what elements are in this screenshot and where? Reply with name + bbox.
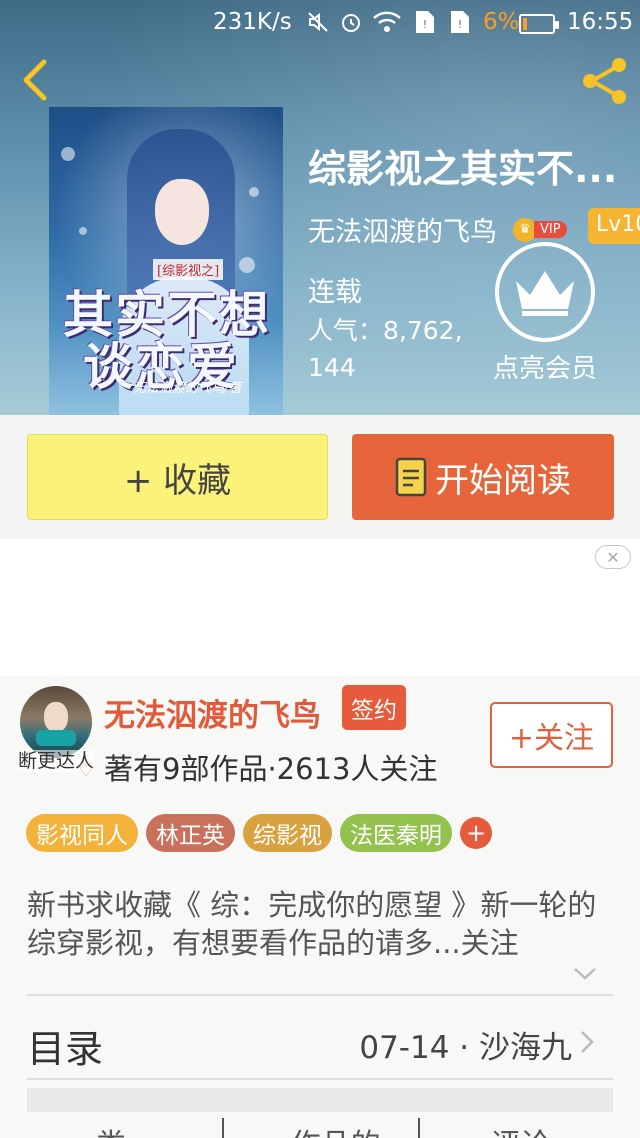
toc-label: 目录: [27, 1027, 104, 1071]
serial-status: 连载: [308, 277, 362, 308]
level-badge: Lv10: [588, 208, 640, 244]
member-button[interactable]: 点亮会员: [485, 242, 605, 392]
section-gap: [27, 1088, 613, 1112]
clock: 16:55: [567, 9, 634, 35]
svg-text:!: !: [423, 18, 427, 31]
tag-item[interactable]: 法医秦明: [340, 814, 452, 852]
book-description: 新书求收藏《 综：完成你的愿望 》新一轮的综穿影视，有想要看作品的请多...关注: [27, 888, 597, 960]
crown-icon: [495, 242, 595, 342]
cover-author: 无法泅渡的飞鸟/著: [133, 381, 242, 396]
book-icon: [395, 457, 427, 497]
signed-badge: 签约: [342, 685, 406, 730]
alarm-icon: [338, 9, 364, 35]
mute-icon: [305, 9, 331, 35]
table-of-contents-row[interactable]: 目录 07-14 · 沙海九: [0, 996, 640, 1086]
share-button[interactable]: [578, 54, 632, 108]
tag-list: 影视同人 林正英 综影视 法医秦明 +: [26, 814, 492, 852]
latest-chapter: 07-14 · 沙海九: [359, 1030, 572, 1066]
chevron-right-icon: [581, 1031, 594, 1053]
bottom-tab-label[interactable]: ...作品的: [262, 1120, 381, 1138]
book-header: 231K/s ! ! 6% 16:55 [综影视之] 其实不想 谈恋爱 无法泅渡…: [0, 0, 640, 415]
bottom-tab-label[interactable]: ...评论: [462, 1120, 551, 1138]
status-bar: 231K/s ! ! 6% 16:55: [0, 0, 640, 46]
book-cover[interactable]: [综影视之] 其实不想 谈恋爱 无法泅渡的飞鸟/著: [49, 107, 283, 415]
sim1-icon: !: [412, 9, 438, 35]
wifi-icon: [372, 9, 402, 35]
svg-text:!: !: [458, 18, 462, 31]
book-author[interactable]: 无法泅渡的飞鸟: [308, 210, 497, 249]
battery-icon: [519, 14, 559, 34]
sim2-icon: !: [447, 9, 473, 35]
book-title: 综影视之其实不...: [308, 147, 618, 191]
heart-icon: ♡: [78, 760, 95, 781]
author-avatar[interactable]: [20, 686, 92, 758]
net-speed: 231K/s: [213, 9, 292, 35]
follow-button[interactable]: +关注: [490, 702, 613, 768]
chevron-down-icon[interactable]: [572, 966, 598, 982]
author-stats: 著有9部作品·2613人关注: [104, 752, 438, 786]
action-bar: + 收藏 开始阅读: [0, 415, 640, 539]
share-icon: [583, 58, 626, 104]
tag-item[interactable]: 综影视: [243, 814, 332, 852]
author-name[interactable]: 无法泅渡的飞鸟: [104, 690, 321, 735]
start-reading-label: 开始阅读: [435, 460, 571, 501]
start-reading-button[interactable]: 开始阅读: [352, 434, 614, 520]
divider: [27, 1078, 613, 1080]
popularity-count: 人气：8,762,144: [308, 316, 463, 382]
tag-item[interactable]: 林正英: [146, 814, 235, 852]
ad-close-button[interactable]: ✕: [595, 545, 631, 569]
vip-badge: ♛ VIP: [513, 217, 567, 242]
ad-banner: ✕: [0, 539, 640, 676]
back-button[interactable]: [14, 56, 58, 104]
chevron-left-icon: [23, 59, 47, 101]
add-tag-button[interactable]: +: [460, 817, 492, 849]
author-section: 断更达人 ♡ 无法泅渡的飞鸟 签约 著有9部作品·2613人关注 +关注 影视同…: [0, 676, 640, 1138]
tag-item[interactable]: 影视同人: [26, 814, 138, 852]
bottom-tabs-peek: 类... ...作品的 ...评论: [0, 1116, 640, 1138]
favorite-button[interactable]: + 收藏: [27, 434, 328, 520]
battery-percent: 6%: [483, 9, 520, 35]
bottom-tab-label[interactable]: 类...: [96, 1120, 155, 1138]
